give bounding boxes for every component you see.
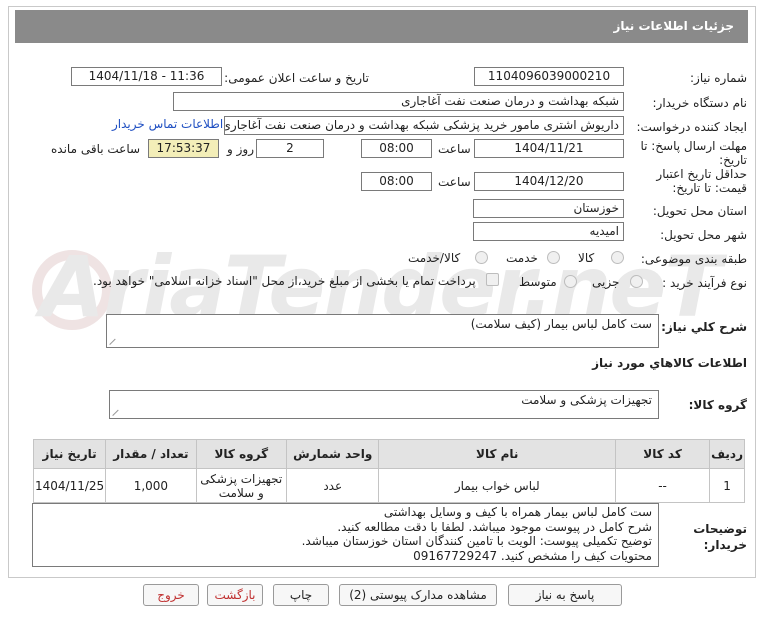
cell-date: 1404/11/25 [32,468,107,503]
validity-time-field: 08:00 [361,172,432,191]
col-row: ردیف [709,439,745,469]
treasury-payment-checkbox[interactable] [486,273,499,286]
category-service-radio[interactable] [547,251,560,264]
goods-section-title: اطلاعات کالاهاي مورد نياز [592,356,747,370]
announce-label: تاریخ و ساعت اعلان عمومی: [224,71,369,85]
city-label: شهر محل تحویل: [660,228,747,242]
deadline-time-field: 08:00 [361,139,432,158]
items-table: ردیف کد کالا نام کالا واحد شمارش گروه کا… [32,439,745,503]
items-table-header: ردیف کد کالا نام کالا واحد شمارش گروه کا… [32,439,745,469]
col-code: کد کالا [614,439,711,469]
category-label: طبقه بندی موضوعی: [640,252,747,266]
category-goods-service-label: کالا/خدمت [408,251,461,265]
cell-qty: 1,000 [105,468,197,503]
deadline-label-1: مهلت ارسال پاسخ: تا [640,139,747,153]
col-group: گروه کالا [195,439,288,469]
buyer-org-field: شبکه بهداشت و درمان صنعت نفت آغاجاری [173,92,624,111]
description-textarea: ست کامل لباس بیمار (کیف سلامت) [106,314,659,348]
days-field: 2 [256,139,324,158]
need-number-label: شماره نیاز: [690,71,747,85]
validity-time-label: ساعت [438,175,471,189]
buyer-notes-line: شرح کامل در پیوست موجود میباشد. لطفا با … [337,519,652,534]
buyer-notes-textarea: ست کامل لباس بیمار همراه با کیف و وسایل … [32,503,659,567]
buyer-notes-line: ست کامل لباس بیمار همراه با کیف و وسایل … [383,505,652,519]
days-label: روز و [227,142,254,156]
category-goods-radio[interactable] [611,251,624,264]
cell-group: تجهیزات پزشکی و سلامت [195,468,288,503]
cell-row: 1 [709,468,745,503]
deadline-date-field: 1404/11/21 [474,139,624,158]
remaining-time-field: 17:53:37 [148,139,219,158]
validity-date-field: 1404/12/20 [474,172,624,191]
page-title: جزئیات اطلاعات نیاز [613,19,734,33]
buyer-org-label: نام دستگاه خریدار: [652,96,748,110]
contact-info-link[interactable]: اطلاعات تماس خریدار [112,117,223,131]
buyer-notes-line: محتویات کیف را مشخص کنید. 09167729247 [413,548,652,563]
validity-label-1: حداقل تاریخ اعتبار [656,167,747,181]
buyer-notes-label-2: خریدار: [703,538,747,552]
need-number-field: 1104096039000210 [474,67,624,86]
resize-grip-icon[interactable] [113,410,119,416]
col-qty: تعداد / مقدار [105,439,197,469]
cell-code: -- [614,468,711,503]
goods-group-text: تجهیزات پزشکی و سلامت [521,393,652,407]
print-button[interactable]: چاپ [273,584,329,606]
deadline-label-2: تاریخ: [719,153,747,167]
province-label: استان محل تحویل: [652,204,747,218]
process-minor-label: جزیی [592,275,620,289]
goods-group-label: گروه کالا: [688,398,747,412]
process-minor-radio[interactable] [630,275,643,288]
category-goods-service-radio[interactable] [475,251,488,264]
back-button[interactable]: بازگشت [207,584,263,606]
province-field: خوزستان [473,199,624,218]
buyer-notes-label-1: توضیحات [693,522,747,536]
city-field: امیدیه [473,222,624,241]
category-goods-label: کالا [578,251,595,265]
process-medium-label: متوسط [519,275,557,289]
goods-group-textarea: تجهیزات پزشکی و سلامت [109,390,659,419]
payment-note: پرداخت تمام یا بخشی از مبلغ خرید،از محل … [93,274,476,288]
creator-field: داریوش اشتری مامور خرید پزشکی شبکه بهداش… [224,116,624,135]
col-date: تاریخ نیاز [32,439,107,469]
page-header: جزئیات اطلاعات نیاز [15,10,748,43]
announce-field: 1404/11/18 - 11:36 [71,67,222,86]
description-label: شرح کلي نياز: [661,320,747,334]
buyer-notes-line: توضیح تکمیلی پیوست: الویت با تامین کنندگ… [301,534,652,548]
table-row: 1 -- لباس خواب بیمار عدد تجهیزات پزشکی و… [32,468,745,503]
exit-button[interactable]: خروج [143,584,199,606]
cell-name: لباس خواب بیمار [378,468,616,503]
col-unit: واحد شمارش [285,439,380,469]
creator-label: ایجاد کننده درخواست: [636,120,747,134]
process-medium-radio[interactable] [564,275,577,288]
resize-grip-icon[interactable] [110,339,116,345]
category-service-label: خدمت [506,251,538,265]
col-name: نام کالا [378,439,616,469]
respond-button[interactable]: پاسخ به نیاز [508,584,622,606]
remaining-label: ساعت باقی مانده [51,142,141,156]
cell-unit: عدد [285,468,380,503]
deadline-time-label: ساعت [438,142,471,156]
process-label: نوع فرآیند خرید : [662,276,747,290]
validity-label-2: قیمت: تا تاریخ: [672,181,747,195]
attachments-button[interactable]: مشاهده مدارک پیوستی (2) [339,584,497,606]
description-text: ست کامل لباس بیمار (کیف سلامت) [470,317,652,331]
